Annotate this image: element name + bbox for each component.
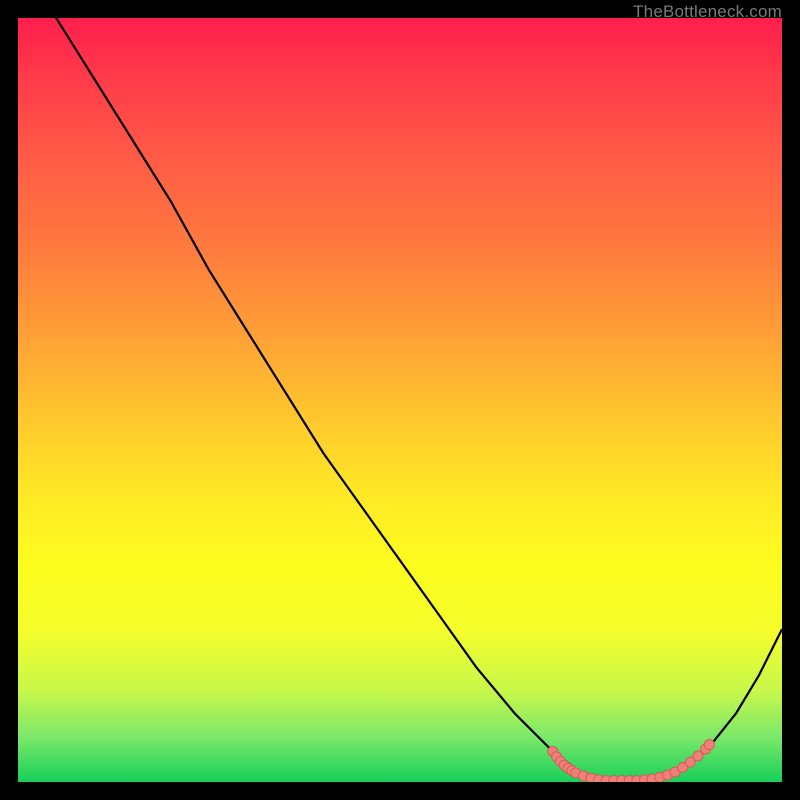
bottleneck-sweet-spot-markers [548, 740, 715, 782]
attribution-text: TheBottleneck.com [633, 2, 782, 22]
chart-svg [18, 18, 782, 782]
chart-plot-area [18, 18, 782, 782]
bottleneck-curve [18, 18, 782, 782]
chart-frame: TheBottleneck.com [0, 0, 800, 800]
marker-point [704, 740, 714, 750]
